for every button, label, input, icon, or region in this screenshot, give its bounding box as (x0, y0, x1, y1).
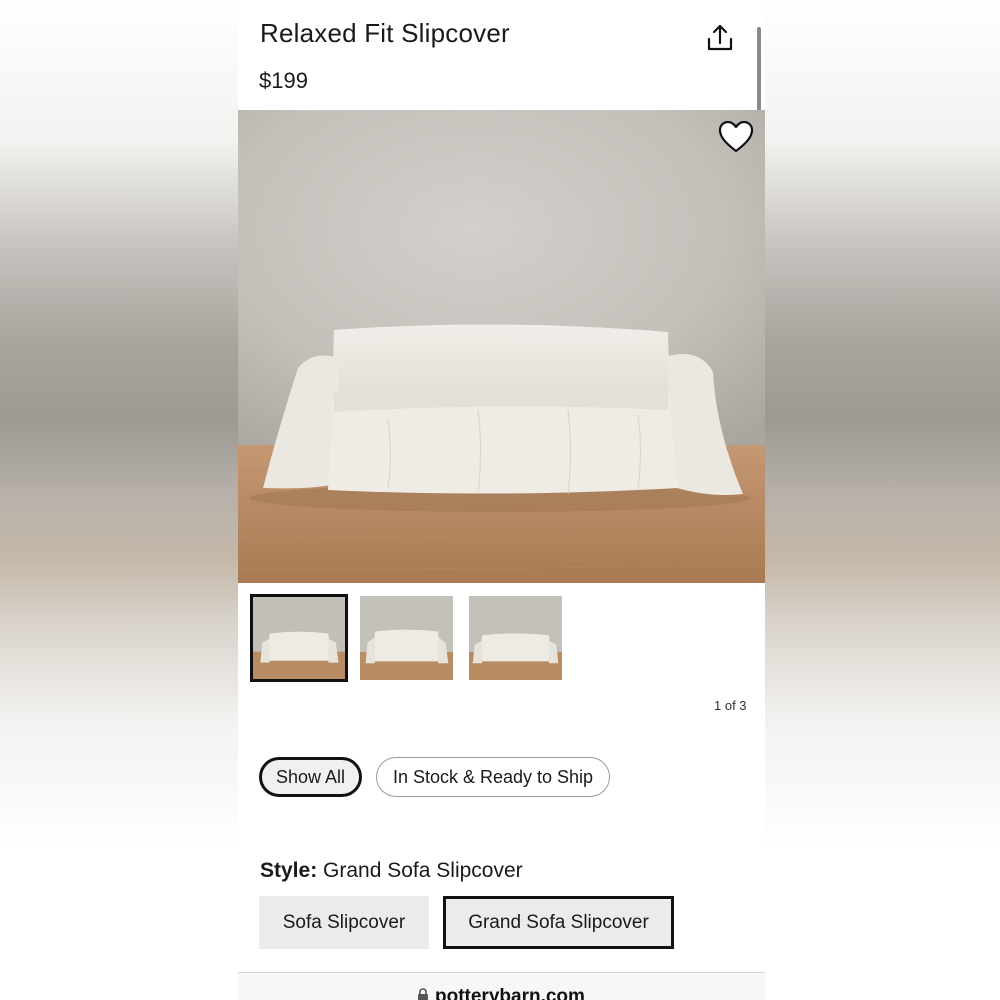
product-price: $199 (259, 68, 308, 93)
heart-outline-icon (718, 120, 754, 153)
thumbnail-1[interactable] (250, 594, 348, 682)
style-label: Style: (260, 859, 318, 882)
filter-show-all[interactable]: Show All (259, 757, 362, 797)
lock-icon (418, 988, 428, 1000)
image-counter: 1 of 3 (714, 698, 747, 713)
style-value: Grand Sofa Slipcover (323, 859, 523, 882)
url-text: potterybarn.com (435, 986, 585, 1000)
style-option-grand-sofa-slipcover[interactable]: Grand Sofa Slipcover (443, 896, 674, 949)
filter-in-stock[interactable]: In Stock & Ready to Ship (376, 757, 610, 797)
share-upload-icon (707, 24, 733, 51)
style-option-sofa-slipcover[interactable]: Sofa Slipcover (259, 896, 429, 949)
product-image[interactable] (238, 110, 765, 583)
thumbnail-3[interactable] (469, 596, 562, 680)
style-selection: Style: Grand Sofa Slipcover (260, 859, 523, 883)
share-button[interactable] (704, 22, 736, 54)
product-page: Relaxed Fit Slipcover $199 1 of 3 Show A… (238, 0, 765, 1000)
browser-url-bar[interactable]: potterybarn.com (238, 972, 765, 1000)
product-title: Relaxed Fit Slipcover (260, 18, 510, 48)
favorite-button[interactable] (718, 120, 754, 154)
thumbnail-2[interactable] (360, 596, 453, 680)
